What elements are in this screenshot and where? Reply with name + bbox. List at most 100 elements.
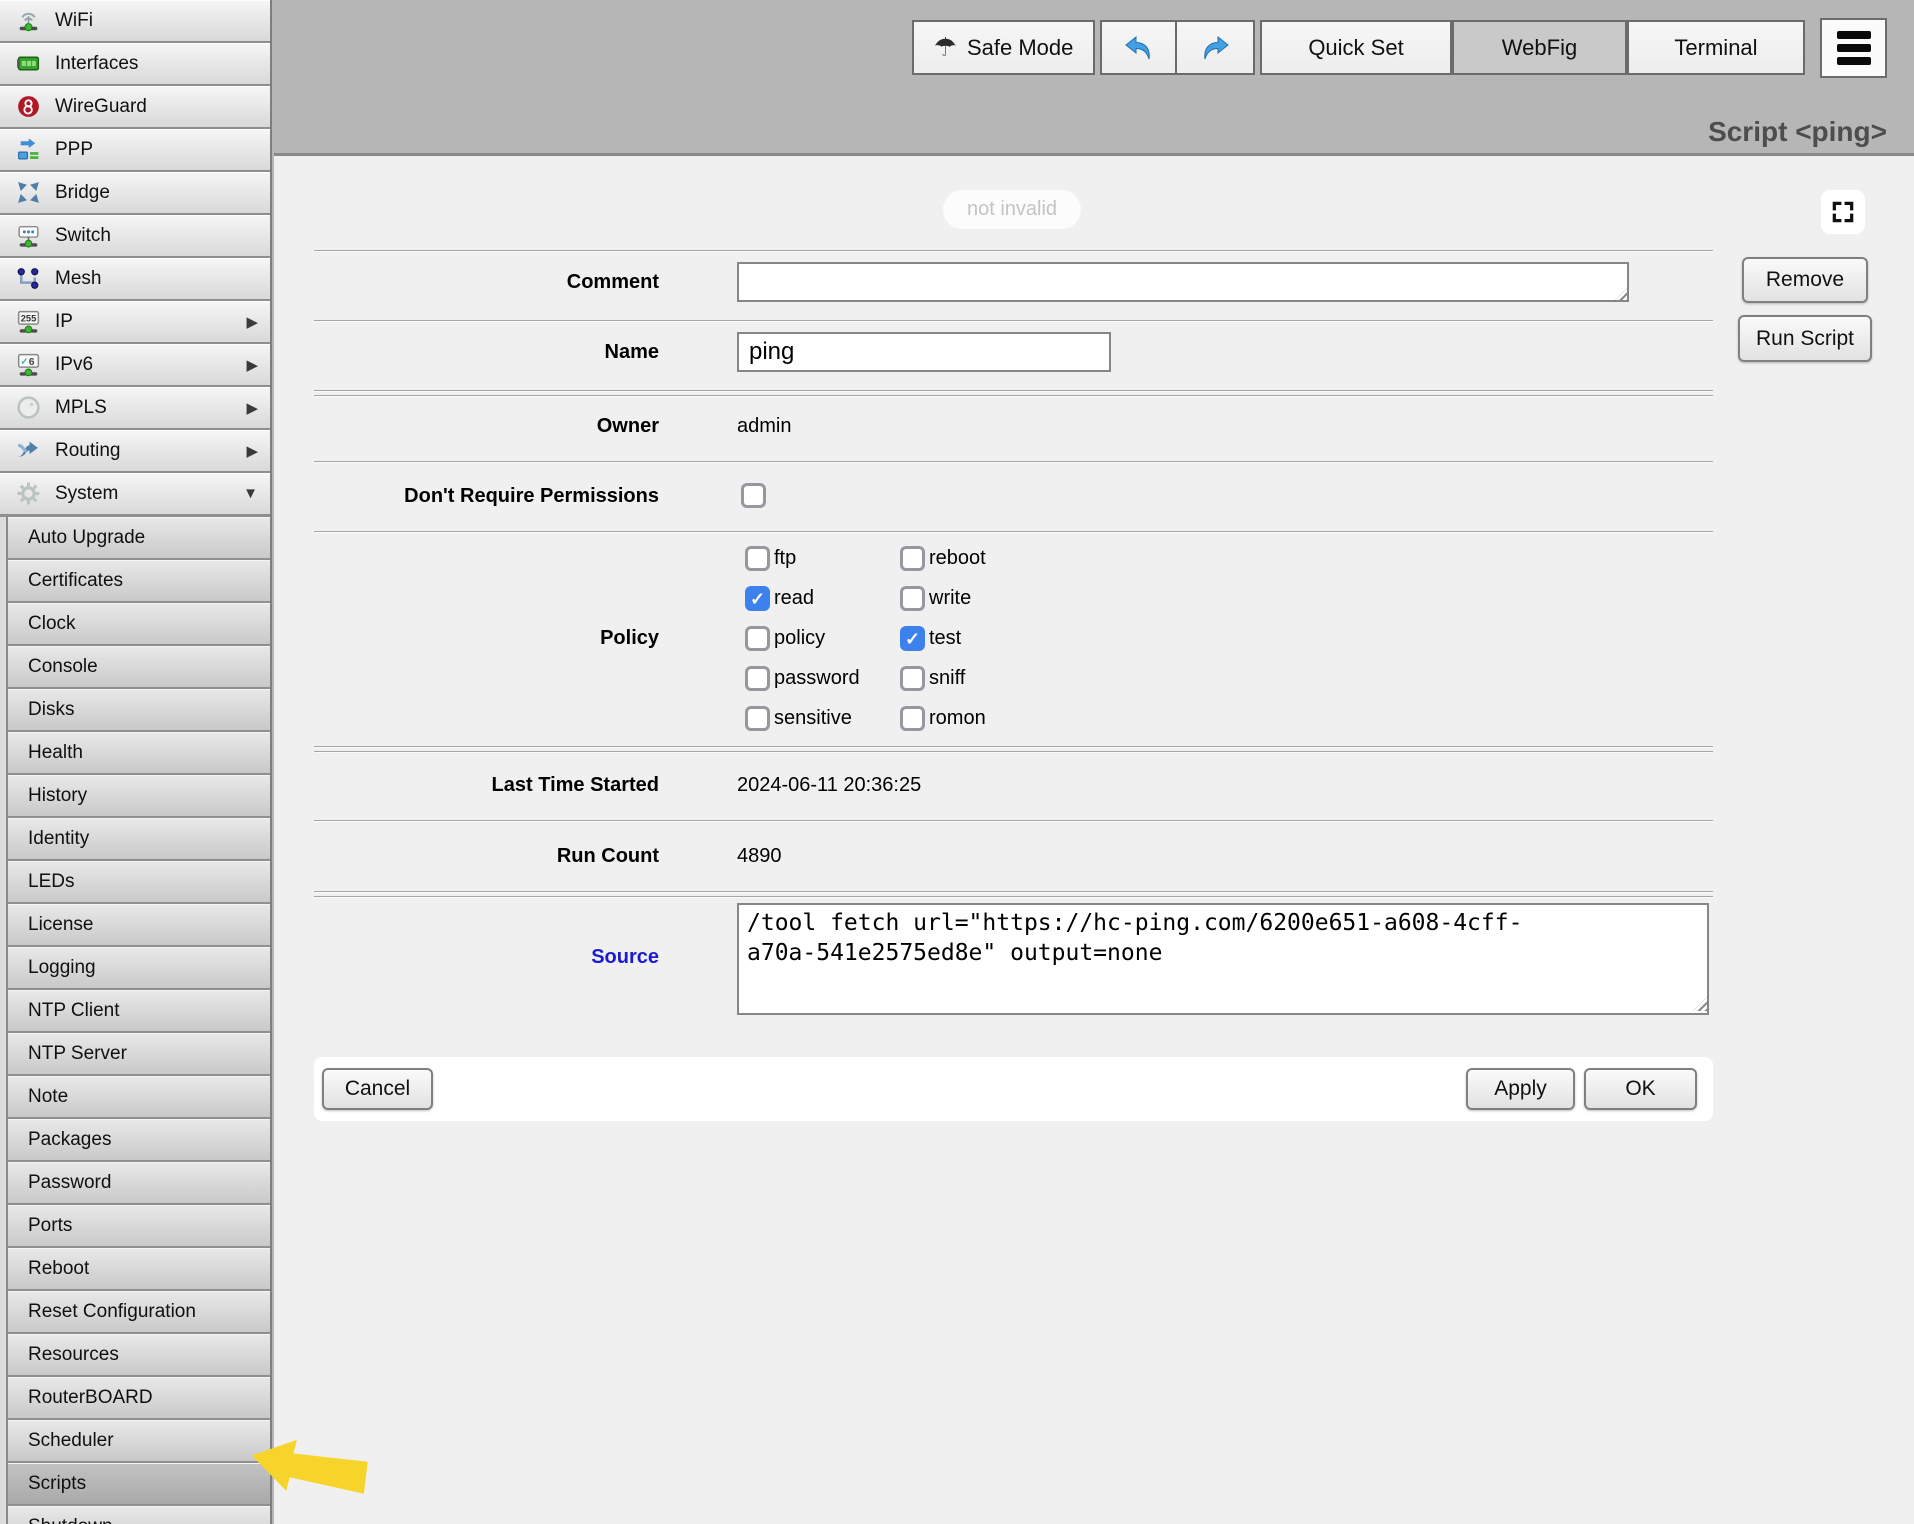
- routing-icon: [14, 437, 42, 465]
- sidebar-subitem-label: License: [28, 914, 94, 936]
- policy-option-label: read: [774, 587, 814, 610]
- sidebar-item[interactable]: PPP: [0, 129, 270, 170]
- sidebar-subitem[interactable]: LEDs: [8, 861, 270, 902]
- sidebar-subitem[interactable]: License: [8, 904, 270, 945]
- sidebar-item[interactable]: WireGuard: [0, 86, 270, 127]
- sidebar-subitem-label: Scripts: [28, 1473, 86, 1495]
- tab-quick-set[interactable]: Quick Set: [1260, 20, 1452, 75]
- sidebar-subitem-label: RouterBOARD: [28, 1387, 153, 1409]
- undo-icon: [1123, 32, 1155, 64]
- sidebar-item[interactable]: Bridge: [0, 172, 270, 213]
- policy-checkbox[interactable]: [745, 586, 770, 611]
- policy-option[interactable]: romon: [900, 706, 986, 731]
- svg-text:✓: ✓: [20, 357, 28, 367]
- sidebar-item[interactable]: System: [0, 473, 270, 514]
- sidebar-item[interactable]: WiFi: [0, 0, 270, 41]
- script-detail-panel: not invalid Remove Run Script Comment Na…: [274, 156, 1914, 1524]
- sidebar-subitem[interactable]: Certificates: [8, 560, 270, 601]
- run-script-button[interactable]: Run Script: [1738, 315, 1872, 362]
- sidebar-subitem[interactable]: History: [8, 775, 270, 816]
- sidebar-subitem-label: Scheduler: [28, 1430, 114, 1452]
- policy-checkbox[interactable]: [745, 626, 770, 651]
- remove-button[interactable]: Remove: [1742, 257, 1868, 303]
- policy-option[interactable]: sensitive: [745, 706, 860, 731]
- row-divider: [314, 820, 1713, 822]
- switch-icon: [14, 222, 42, 250]
- ip-icon: 255: [14, 308, 42, 336]
- sidebar-subitem[interactable]: Auto Upgrade: [8, 517, 270, 558]
- submenu-arrow-icon: [243, 473, 258, 514]
- ok-button[interactable]: OK: [1584, 1068, 1697, 1110]
- source-textarea[interactable]: /tool fetch url="https://hc-ping.com/620…: [737, 903, 1709, 1015]
- menu-button[interactable]: [1820, 18, 1887, 78]
- sidebar-subitem-label: Console: [28, 656, 98, 678]
- policy-option[interactable]: policy: [745, 626, 860, 651]
- sidebar-subitem[interactable]: Health: [8, 732, 270, 773]
- sidebar-subitem[interactable]: Resources: [8, 1334, 270, 1375]
- sidebar-item[interactable]: Switch: [0, 215, 270, 256]
- sidebar-item[interactable]: ✓6 IPv6: [0, 344, 270, 385]
- apply-button[interactable]: Apply: [1466, 1068, 1575, 1110]
- policy-checkbox[interactable]: [900, 626, 925, 651]
- sidebar-subitem-label: History: [28, 785, 87, 807]
- fullscreen-button[interactable]: [1821, 190, 1865, 234]
- sidebar-subitem-label: NTP Server: [28, 1043, 127, 1065]
- policy-checkbox[interactable]: [900, 706, 925, 731]
- policy-checkbox[interactable]: [745, 546, 770, 571]
- sidebar-subitem[interactable]: Reboot: [8, 1248, 270, 1289]
- sidebar-subitem[interactable]: Logging: [8, 947, 270, 988]
- group-divider: [314, 891, 1713, 897]
- sidebar-item[interactable]: MPLS: [0, 387, 270, 428]
- cancel-button[interactable]: Cancel: [322, 1068, 433, 1110]
- sidebar-item[interactable]: Routing: [0, 430, 270, 471]
- tab-webfig[interactable]: WebFig: [1452, 20, 1627, 75]
- name-input[interactable]: [737, 332, 1111, 372]
- policy-option[interactable]: read: [745, 586, 860, 611]
- policy-checkbox[interactable]: [745, 706, 770, 731]
- sidebar-item[interactable]: 255 IP: [0, 301, 270, 342]
- policy-checkbox[interactable]: [900, 546, 925, 571]
- sidebar-subitem[interactable]: Password: [8, 1162, 270, 1203]
- safe-mode-button[interactable]: ☂ Safe Mode: [912, 20, 1095, 75]
- sidebar-item-label: Routing: [55, 440, 121, 462]
- sidebar-item[interactable]: Mesh: [0, 258, 270, 299]
- undo-button[interactable]: [1100, 20, 1177, 75]
- sidebar-subitem[interactable]: RouterBOARD: [8, 1377, 270, 1418]
- sidebar-item-label: Bridge: [55, 182, 110, 204]
- policy-option[interactable]: ftp: [745, 546, 860, 571]
- wireguard-icon: [14, 93, 42, 121]
- policy-checkbox[interactable]: [900, 586, 925, 611]
- policy-option[interactable]: password: [745, 666, 860, 691]
- sidebar-item[interactable]: Interfaces: [0, 43, 270, 84]
- status-badge: not invalid: [943, 190, 1081, 229]
- sidebar-subitem[interactable]: Ports: [8, 1205, 270, 1246]
- sidebar-subitem[interactable]: Console: [8, 646, 270, 687]
- sidebar-item-label: MPLS: [55, 397, 107, 419]
- sidebar-subitem[interactable]: Scripts: [8, 1463, 270, 1504]
- policy-option[interactable]: write: [900, 586, 986, 611]
- sidebar-subitem[interactable]: Disks: [8, 689, 270, 730]
- policy-checkbox[interactable]: [745, 666, 770, 691]
- redo-button[interactable]: [1175, 20, 1255, 75]
- policy-option[interactable]: sniff: [900, 666, 986, 691]
- sidebar-subitem-label: Auto Upgrade: [28, 527, 145, 549]
- sidebar-subitem[interactable]: Reset Configuration: [8, 1291, 270, 1332]
- sidebar-subitem-label: Logging: [28, 957, 96, 979]
- sidebar-subitem[interactable]: Shutdown: [8, 1506, 270, 1524]
- sidebar-subitem[interactable]: Identity: [8, 818, 270, 859]
- interfaces-icon: [14, 50, 42, 78]
- policy-option[interactable]: test: [900, 626, 986, 651]
- sidebar-subitem[interactable]: Scheduler: [8, 1420, 270, 1461]
- tab-terminal[interactable]: Terminal: [1627, 20, 1805, 75]
- sidebar-subitem[interactable]: Packages: [8, 1119, 270, 1160]
- policy-option[interactable]: reboot: [900, 546, 986, 571]
- sidebar-subitem[interactable]: NTP Server: [8, 1033, 270, 1074]
- comment-input[interactable]: [737, 262, 1629, 302]
- submenu-arrow-icon: [246, 344, 258, 385]
- sidebar-subitem[interactable]: Note: [8, 1076, 270, 1117]
- policy-option-label: sniff: [929, 667, 965, 690]
- dont-require-permissions-checkbox[interactable]: [741, 483, 766, 508]
- sidebar-subitem[interactable]: Clock: [8, 603, 270, 644]
- policy-checkbox[interactable]: [900, 666, 925, 691]
- sidebar-subitem[interactable]: NTP Client: [8, 990, 270, 1031]
